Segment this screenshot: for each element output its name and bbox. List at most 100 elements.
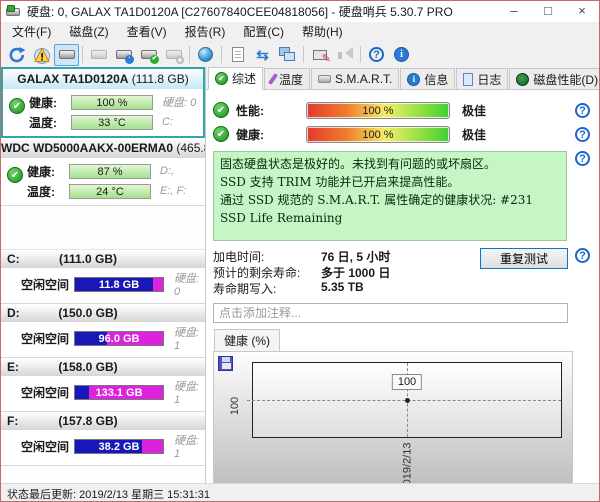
chart-gridline-horizontal [247, 400, 561, 401]
performance-row: ✔ 性能: 100 % 极佳 ? [213, 98, 594, 122]
free-space-value: 38.2 GB [75, 440, 163, 453]
temp-bar: 24 °C [69, 184, 151, 199]
partition-item-d[interactable]: D:(150.0 GB) 空闲空间 96.0 GB 硬盘: 1 [1, 304, 205, 358]
disk-clock-icon[interactable]: · [111, 44, 136, 66]
help-question-icon[interactable]: ? [364, 44, 389, 66]
health-ok-icon: ✔ [7, 167, 23, 183]
overview-disk-icon[interactable] [54, 44, 79, 66]
minimize-button[interactable]: – [497, 1, 531, 22]
device-size: (111.8 GB) [132, 72, 189, 86]
window-title: 硬盘: 0, GALAX TA1D0120A [C27607840CEE0481… [27, 3, 453, 20]
help-icon[interactable]: ? [575, 151, 590, 166]
overview-check-icon: ✔ [215, 72, 228, 85]
ok-icon: ✔ [213, 126, 229, 142]
chart-tab-row: 健康 (%) [213, 329, 594, 351]
detect-disk-icon[interactable] [86, 44, 111, 66]
menu-config[interactable]: 配置(C) [234, 21, 293, 42]
retest-button[interactable]: 重复测试 [480, 248, 568, 269]
partition-size: (158.0 GB) [1, 358, 175, 376]
written-label: 寿命期写入: [213, 280, 321, 296]
status-line: 固态硬盘状态是极好的。未找到有问题的或坏扇区。 [220, 155, 560, 173]
toolbar-separator [82, 46, 83, 63]
device-name: WDC WD5000AAKX-00ERMA0 [1, 141, 173, 155]
partition-item-f[interactable]: F:(157.8 GB) 空闲空间 38.2 GB 硬盘: 1 [1, 412, 205, 466]
menu-view[interactable]: 查看(V) [118, 21, 176, 42]
performance-label: 性能: [236, 102, 306, 119]
tab-label: 信息 [424, 71, 448, 88]
free-space-label: 空闲空间 [21, 384, 69, 401]
toolbar-separator [189, 46, 190, 63]
sync-arrows-icon[interactable]: ⇆ [250, 44, 275, 66]
message-monitor-pencil-icon[interactable]: ✎ [307, 44, 332, 66]
menu-file[interactable]: 文件(F) [3, 21, 60, 42]
remote-monitors-icon[interactable] [275, 44, 300, 66]
overview-page: ✔ 性能: 100 % 极佳 ? ✔ 健康: 100 % 极佳 ? 固态硬盘状态… [206, 90, 599, 483]
app-window: 硬盘: 0, GALAX TA1D0120A [C27607840CEE0481… [0, 0, 600, 502]
partition-item-c[interactable]: C:(111.0 GB) 空闲空间 11.8 GB 硬盘: 0 [1, 250, 205, 304]
tab-overview[interactable]: ✔ 综述 [208, 67, 263, 90]
menu-bar: 文件(F) 磁盘(Z) 查看(V) 报告(R) 配置(C) 帮助(H) [1, 22, 599, 42]
toolbar-separator [360, 46, 361, 63]
sidebar-spacer [1, 206, 205, 250]
disk-check-icon[interactable]: ✔ [136, 44, 161, 66]
save-chart-icon[interactable] [218, 356, 233, 371]
app-icon [6, 5, 21, 18]
free-space-value: 96.0 GB [75, 332, 163, 345]
network-globe-icon[interactable] [193, 44, 218, 66]
tab-smart[interactable]: S.M.A.R.T. [311, 68, 399, 89]
refresh-icon[interactable] [4, 44, 29, 66]
chart-tab-health[interactable]: 健康 (%) [214, 329, 280, 351]
disk-search-icon[interactable] [161, 44, 186, 66]
chart-x-axis: 2019/2/13 [252, 440, 562, 483]
written-value: 5.35 TB [321, 280, 364, 296]
free-space-bar: 11.8 GB [74, 277, 164, 292]
menu-disk[interactable]: 磁盘(Z) [60, 21, 117, 42]
help-icon[interactable]: ? [575, 103, 590, 118]
menu-help[interactable]: 帮助(H) [293, 21, 352, 42]
free-space-bar: 96.0 GB [74, 331, 164, 346]
close-button[interactable]: × [565, 1, 599, 22]
partition-size: (157.8 GB) [1, 412, 175, 430]
help-icon[interactable]: ? [575, 127, 590, 142]
tab-bar: ✔综述 温度 S.M.A.R.T. i信息 日志 磁盘性能(D) 警报(A) [206, 67, 599, 90]
tab-disk-performance[interactable]: 磁盘性能(D) [509, 68, 600, 89]
sidebar-empty [1, 466, 205, 483]
gauge-icon [516, 73, 529, 86]
status-line: 通过 SSD 规范的 S.M.A.R.T. 属性确定的健康状况: #231 SS… [220, 191, 560, 227]
status-last-updated: 状态最后更新: 2019/2/13 星期三 15:31:31 [7, 489, 210, 501]
log-icon [463, 73, 473, 86]
temp-label: 温度: [29, 114, 69, 131]
alert-warning-icon[interactable] [29, 44, 54, 66]
device-item-wdc[interactable]: WDC WD5000AAKX-00ERMA0 (465.8 GB) ✔ 健康: … [1, 138, 205, 206]
lifetime-stats: 加电时间:76 日, 5 小时 预计的剩余寿命:多于 1000 日 寿命期写入:… [213, 248, 594, 296]
health-bar: 87 % [69, 164, 151, 179]
menu-report[interactable]: 报告(R) [176, 21, 235, 42]
tab-temperature[interactable]: 温度 [264, 68, 310, 89]
report-document-icon[interactable] [225, 44, 250, 66]
free-space-bar: 133.1 GB [74, 385, 164, 400]
health-label: 健康: [27, 163, 67, 180]
ok-icon: ✔ [213, 102, 229, 118]
maximize-button[interactable]: □ [531, 1, 565, 22]
info-balloon-icon[interactable]: i [389, 44, 414, 66]
device-item-galax[interactable]: GALAX TA1D0120A (111.8 GB) ✔ 健康: 100 % 硬… [1, 67, 205, 138]
title-bar: 硬盘: 0, GALAX TA1D0120A [C27607840CEE0481… [1, 1, 599, 22]
toolbar: · ✔ ⇆ ✎ ? i [1, 42, 599, 67]
tab-label: 磁盘性能(D) [533, 71, 598, 88]
performance-rating: 极佳 [462, 102, 486, 119]
tab-information[interactable]: i信息 [400, 68, 455, 89]
help-icon[interactable]: ? [575, 248, 590, 263]
partition-item-e[interactable]: E:(158.0 GB) 空闲空间 133.1 GB 硬盘: 1 [1, 358, 205, 412]
sound-speaker-icon[interactable] [332, 44, 357, 66]
toolbar-separator [303, 46, 304, 63]
drive-letters: C: [162, 116, 173, 128]
health-label: 健康: [29, 94, 69, 111]
comment-input[interactable] [213, 303, 568, 323]
tab-log[interactable]: 日志 [456, 68, 508, 89]
tab-label: 综述 [232, 70, 256, 87]
health-history-chart: 100 100 2019/2/13 [213, 351, 573, 483]
performance-bar: 100 % [306, 102, 450, 119]
health-row: ✔ 健康: 100 % 极佳 ? [213, 122, 594, 146]
free-space-value: 133.1 GB [75, 386, 163, 399]
status-bar: 状态最后更新: 2019/2/13 星期三 15:31:31 [1, 483, 599, 501]
